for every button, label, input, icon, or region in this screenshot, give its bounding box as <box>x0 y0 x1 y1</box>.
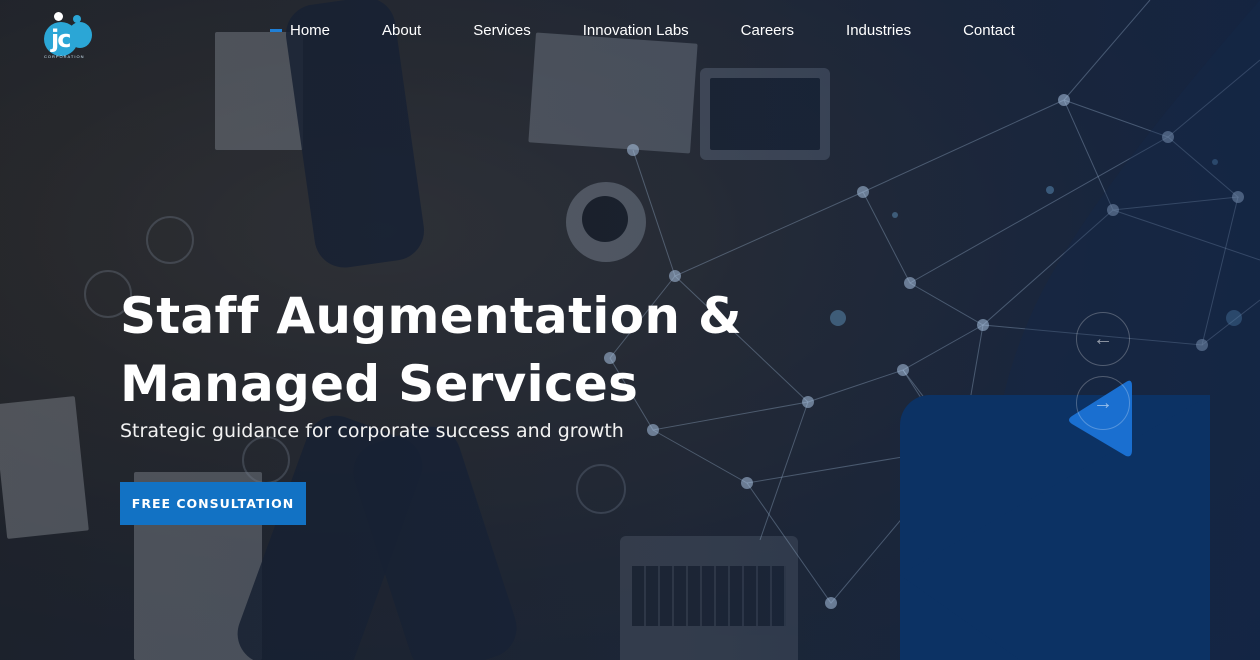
hero-subtitle: Strategic guidance for corporate success… <box>120 420 624 442</box>
hero-title-line1: Staff Augmentation & <box>120 287 742 345</box>
logo-mark: jc <box>51 25 72 53</box>
nav-innovation-labs[interactable]: Innovation Labs <box>583 22 689 39</box>
slider-next-button[interactable]: → <box>1076 376 1130 430</box>
nav-services[interactable]: Services <box>473 22 531 39</box>
logo-shape <box>54 12 63 21</box>
nav-about[interactable]: About <box>382 22 421 39</box>
site-header: jc CORPORATION Home About Services Innov… <box>0 0 1260 62</box>
nav-home[interactable]: Home <box>290 22 330 39</box>
hero-title: Staff Augmentation & Managed Services <box>120 282 760 418</box>
logo-shape <box>68 22 92 48</box>
slider-prev-button[interactable]: ← <box>1076 312 1130 366</box>
logo-shape <box>73 15 81 23</box>
main-nav: Home About Services Innovation Labs Care… <box>290 22 1015 39</box>
nav-careers[interactable]: Careers <box>741 22 794 39</box>
decorative-triangle <box>900 395 1210 660</box>
company-logo[interactable]: jc CORPORATION <box>42 10 94 62</box>
arrow-right-icon: → <box>1093 391 1113 414</box>
nav-industries[interactable]: Industries <box>846 22 911 39</box>
logo-caption: CORPORATION <box>44 54 85 59</box>
nav-active-indicator <box>270 29 282 32</box>
arrow-left-icon: ← <box>1093 327 1113 350</box>
hero-title-line2: Managed Services <box>120 355 639 413</box>
free-consultation-button[interactable]: FREE CONSULTATION <box>120 482 306 525</box>
nav-contact[interactable]: Contact <box>963 22 1015 39</box>
hero-section: jc CORPORATION Home About Services Innov… <box>0 0 1260 660</box>
